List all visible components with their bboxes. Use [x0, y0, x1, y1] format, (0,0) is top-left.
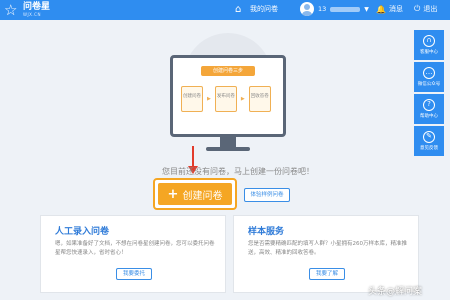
- question-icon: ?: [423, 99, 435, 111]
- top-nav-bar: ☆ 问卷星 WJX.CN ⌂ 我的问卷 13 ▼ 🔔 消息 ⏻ 退出: [0, 0, 450, 20]
- plus-icon: +: [167, 186, 179, 202]
- empty-state-message: 您目前还没有问卷，马上创建一份问卷吧！: [162, 167, 314, 176]
- floating-sidebar: ∩ 客服中心 … 微信公众号 ? 帮助中心 ✎ 意见反馈: [414, 30, 444, 156]
- sample-service-card: 样本服务 您是否需要精确匹配的填写人群？小星拥有260万样本库，精准推送，高效、…: [233, 215, 419, 293]
- user-id-masked: [330, 6, 361, 12]
- headset-icon: ∩: [423, 35, 435, 47]
- power-icon: ⏻: [414, 4, 421, 13]
- avatar: [300, 2, 314, 16]
- logo-subtitle: WJX.CN: [23, 12, 41, 17]
- card-description: 您是否需要精确匹配的填写人群？小星拥有260万样本库，精准推送，高效、精准的回收…: [248, 241, 407, 256]
- bell-icon: 🔔: [376, 4, 386, 14]
- arrow-right-icon: ▶: [207, 96, 211, 102]
- card-title: 人工录入问卷: [55, 227, 110, 237]
- sidebar-item-label: 客服中心: [420, 50, 438, 55]
- nav-logout-label: 退出: [423, 5, 438, 13]
- manual-entry-card: 人工录入问卷 嗯，如果准备好了文档，不想在问卷星创建问卷，您可以委托问卷星帮您快…: [40, 215, 226, 293]
- feedback-icon: ✎: [423, 131, 435, 143]
- sample-survey-button[interactable]: 体验样例问卷: [244, 188, 290, 202]
- sidebar-item-help[interactable]: ? 帮助中心: [414, 94, 444, 124]
- card-title: 样本服务: [248, 227, 285, 237]
- learn-more-button[interactable]: 我要了解: [309, 268, 345, 280]
- monitor-base: [206, 147, 250, 151]
- create-survey-label: 创建问卷: [182, 190, 223, 202]
- nav-my-surveys-label: 我的问卷: [250, 5, 278, 13]
- chevron-down-icon: ▼: [364, 5, 369, 13]
- sidebar-item-wechat[interactable]: … 微信公众号: [414, 62, 444, 92]
- empty-state-illustration: 创建问卷三步 创建问卷 ▶ 发布问卷 ▶ 回收答卷: [170, 33, 286, 163]
- illustration-step: 创建问卷: [181, 86, 203, 112]
- arrow-right-icon: ▶: [240, 96, 245, 102]
- sidebar-item-label: 帮助中心: [420, 114, 438, 119]
- star-logo-icon: ☆: [4, 1, 18, 19]
- nav-messages[interactable]: 🔔 消息: [376, 4, 403, 14]
- illustration-step: 发布问卷: [214, 86, 237, 112]
- sidebar-item-customer-service[interactable]: ∩ 客服中心: [414, 30, 444, 60]
- sidebar-item-feedback[interactable]: ✎ 意见反馈: [414, 126, 444, 156]
- logo-name: 问卷星: [23, 2, 51, 12]
- sidebar-item-label: 意见反馈: [420, 146, 438, 151]
- nav-messages-label: 消息: [388, 5, 403, 13]
- card-description: 嗯，如果准备好了文档，不想在问卷星创建问卷，您可以委托问卷星帮您快速录入，省时省…: [55, 241, 215, 256]
- illustration-steps: 创建问卷 ▶ 发布问卷 ▶ 回收答卷: [181, 86, 271, 112]
- delegate-button[interactable]: 我要委托: [116, 268, 152, 280]
- user-menu[interactable]: 13 ▼: [300, 2, 369, 16]
- nav-my-surveys[interactable]: ⌂ 我的问卷: [235, 3, 278, 16]
- illustration-title: 创建问卷三步: [201, 66, 255, 76]
- user-id: 13: [318, 5, 327, 13]
- home-icon: ⌂: [235, 4, 242, 15]
- watermark: 头条@解问案: [368, 287, 423, 297]
- logo[interactable]: ☆ 问卷星 WJX.CN: [4, 2, 50, 18]
- illustration-step: 回收答卷: [248, 86, 271, 112]
- wechat-icon: …: [423, 67, 435, 79]
- monitor-graphic: 创建问卷三步 创建问卷 ▶ 发布问卷 ▶ 回收答卷: [170, 55, 286, 137]
- monitor-stand: [220, 137, 236, 147]
- sidebar-item-label: 微信公众号: [417, 82, 441, 87]
- nav-logout[interactable]: ⏻ 退出: [414, 4, 437, 14]
- create-survey-button[interactable]: + 创建问卷: [153, 178, 237, 210]
